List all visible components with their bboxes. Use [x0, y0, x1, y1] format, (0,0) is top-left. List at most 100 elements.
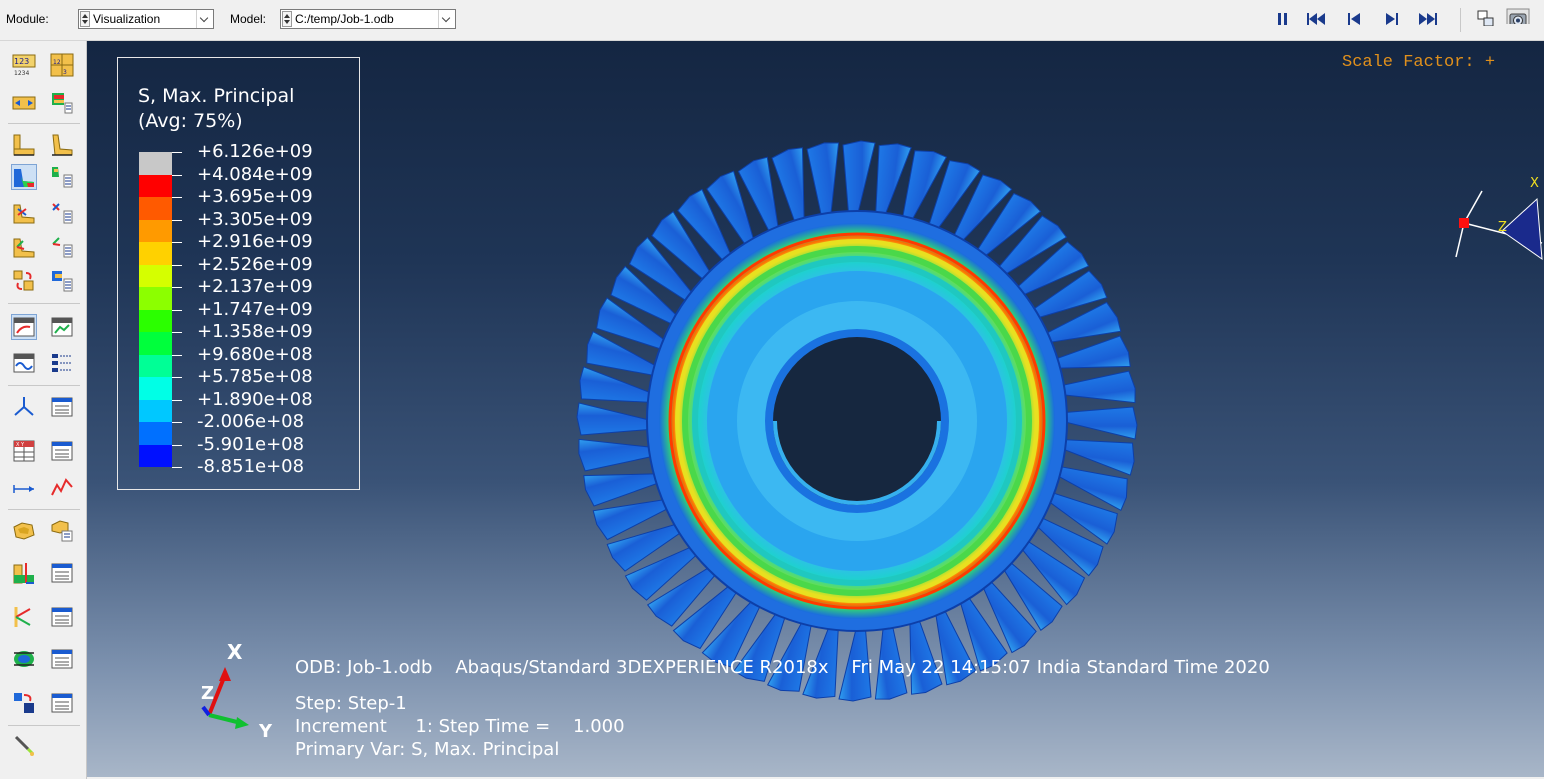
- module-spin-icon[interactable]: [80, 11, 90, 27]
- plot-deformed-icon[interactable]: [50, 133, 74, 157]
- triad-x-label: X: [227, 640, 243, 664]
- create-spectrum-icon[interactable]: [12, 691, 36, 715]
- module-value: Visualization: [93, 12, 161, 26]
- primary-var-info-line: Primary Var: S, Max. Principal: [295, 739, 560, 760]
- context-bar: Module: Visualization Model: C:/temp/Job…: [0, 0, 1544, 41]
- step-info-line: Step: Step-1: [295, 693, 407, 714]
- triad-z-label: Z: [201, 683, 214, 704]
- toolbox-separator: [8, 303, 80, 304]
- legend-tick: [172, 197, 182, 198]
- legend-swatch: [139, 197, 172, 220]
- model-select[interactable]: C:/temp/Job-1.odb: [280, 9, 456, 29]
- view-orientation-triad: X Z: [1455, 176, 1543, 261]
- view-cut-icon[interactable]: [12, 561, 36, 585]
- scale-factor-text: Scale Factor: +: [1342, 53, 1496, 72]
- xy-plot-icon[interactable]: [50, 475, 74, 499]
- xy-data-manager-icon[interactable]: [50, 439, 74, 463]
- legend-value: +1.747e+09: [197, 298, 313, 320]
- animate-time-history-icon[interactable]: [50, 315, 74, 339]
- first-frame-icon[interactable]: [1306, 12, 1326, 28]
- legend-tick: [172, 422, 182, 423]
- turbine-blade: [842, 140, 876, 220]
- contour-options-icon[interactable]: [50, 165, 74, 189]
- legend-value: +2.526e+09: [197, 253, 313, 275]
- create-stream-icon[interactable]: [12, 647, 36, 671]
- legend-swatch: [139, 264, 172, 287]
- spectrum-manager-icon[interactable]: [50, 691, 74, 715]
- contour-legend: S, Max. Principal (Avg: 75%) +6.126e+09 +…: [117, 57, 360, 490]
- viewport[interactable]: S, Max. Principal (Avg: 75%) +6.126e+09 +…: [87, 41, 1544, 777]
- toolbar-separator: [1460, 8, 1461, 32]
- create-coordinate-system-icon[interactable]: [12, 395, 36, 419]
- odb-info-line: ODB: Job-1.odb Abaqus/Standard 3DEXPERIE…: [295, 657, 1270, 678]
- plot-undeformed-icon[interactable]: [12, 133, 36, 157]
- svg-text:1234: 1234: [14, 70, 29, 77]
- stream-manager-icon[interactable]: [50, 647, 74, 671]
- pause-icon[interactable]: [1277, 12, 1289, 28]
- coordinate-system-manager-icon[interactable]: [50, 395, 74, 419]
- legend-tick: [172, 264, 182, 266]
- create-display-group-icon[interactable]: [12, 519, 36, 543]
- legend-tick: [172, 242, 182, 243]
- legend-swatch: [139, 152, 172, 175]
- legend-swatch: [139, 219, 172, 242]
- camera-icon[interactable]: [1506, 8, 1530, 24]
- toolbox-separator: [8, 385, 80, 386]
- legend-value: +1.358e+09: [197, 321, 313, 342]
- module-select[interactable]: Visualization: [78, 9, 214, 29]
- query-probe-icon[interactable]: [12, 733, 36, 757]
- legend-value: -2.006e+08: [197, 411, 305, 432]
- global-triad: X Z Y: [201, 640, 273, 737]
- legend-value: +3.305e+09: [197, 208, 313, 230]
- module-label: Module:: [6, 12, 49, 26]
- element-label-icon[interactable]: 123: [50, 53, 74, 77]
- previous-frame-icon[interactable]: [1347, 12, 1361, 28]
- legend-value: +5.785e+08: [197, 366, 313, 387]
- material-orientation-options-icon[interactable]: [50, 235, 74, 259]
- animate-scale-factor-icon[interactable]: [11, 314, 37, 340]
- legend-swatch: [139, 399, 172, 422]
- svg-text:12: 12: [53, 59, 61, 66]
- view-cut-manager-icon[interactable]: [50, 561, 74, 585]
- animation-options-icon[interactable]: [50, 351, 74, 375]
- legend-tick: [172, 467, 182, 468]
- legend-tick: [172, 444, 182, 446]
- superimpose-options-icon[interactable]: [50, 269, 74, 293]
- legend-tick: [172, 174, 182, 176]
- chevron-down-icon[interactable]: [196, 10, 213, 28]
- legend-value: -8.851e+08: [197, 456, 305, 477]
- toolbox-separator: [8, 509, 80, 510]
- plot-contours-icon[interactable]: [11, 164, 37, 190]
- allow-multiple-plot-states-icon[interactable]: [12, 269, 36, 293]
- animate-harmonic-icon[interactable]: [12, 351, 36, 375]
- turbine-disk-model[interactable]: [557, 121, 1157, 721]
- result-options-icon[interactable]: [50, 91, 74, 115]
- svg-text:3: 3: [63, 69, 67, 76]
- deformed-shape-icon[interactable]: [12, 91, 36, 115]
- view-triad-x-label: X: [1530, 176, 1539, 191]
- toolbox-separator: [8, 725, 80, 726]
- frame-layout-icon[interactable]: [1477, 10, 1495, 26]
- model-spin-icon[interactable]: [282, 11, 292, 27]
- legend-tick: [172, 152, 182, 153]
- symbol-options-icon[interactable]: [50, 201, 74, 225]
- plot-symbols-icon[interactable]: [12, 201, 36, 225]
- last-frame-icon[interactable]: [1418, 12, 1438, 28]
- display-group-manager-icon[interactable]: [50, 519, 74, 543]
- next-frame-icon[interactable]: [1385, 12, 1399, 28]
- model-label: Model:: [230, 12, 267, 26]
- free-body-cut-manager-icon[interactable]: [50, 605, 74, 629]
- plot-material-orientations-icon[interactable]: [12, 235, 36, 259]
- legend-value: +3.695e+09: [197, 186, 313, 207]
- create-path-icon[interactable]: [12, 475, 36, 499]
- chevron-down-icon[interactable]: [438, 10, 455, 28]
- legend-tick: [172, 332, 182, 333]
- create-free-body-cut-icon[interactable]: [12, 605, 36, 629]
- node-label-icon[interactable]: 123 1234: [12, 53, 36, 77]
- create-xy-data-icon[interactable]: X Y: [12, 439, 36, 463]
- legend-swatch: [139, 377, 172, 400]
- legend-tick: [172, 309, 182, 311]
- legend-swatch: [139, 309, 172, 332]
- turbine-blade: [806, 142, 840, 223]
- legend-tick: [172, 377, 182, 378]
